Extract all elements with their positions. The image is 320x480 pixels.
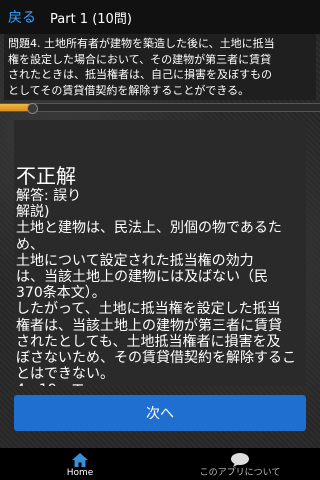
chat-bubble-icon xyxy=(231,453,249,467)
next-button[interactable]: 次へ xyxy=(14,395,306,431)
question-text: 問題4. 土地所有者が建物を築造した後に、土地に抵当 権を設定した場合において、… xyxy=(4,34,316,100)
tab-about[interactable]: このアプリについて xyxy=(160,448,320,480)
back-button[interactable]: 戻る xyxy=(8,7,36,27)
tab-home[interactable]: Home xyxy=(0,448,160,480)
progress-bar xyxy=(0,103,320,114)
explanation-text: 解答: 誤り 解説) 土地と建物は、民法上、別個の物であるため、 土地について設… xyxy=(16,188,296,386)
tab-bar: Home このアプリについて xyxy=(0,448,320,480)
answer-panel: 不正解 解答: 誤り 解説) 土地と建物は、民法上、別個の物であるため、 土地に… xyxy=(14,120,306,386)
result-label: 不正解 xyxy=(16,164,76,188)
tab-about-label: このアプリについて xyxy=(199,468,281,478)
progress-knob xyxy=(27,103,38,114)
home-icon xyxy=(72,453,88,467)
page-title: Part 1 (10問) xyxy=(50,11,132,27)
top-bar: 戻る Part 1 (10問) xyxy=(0,0,320,34)
tab-home-label: Home xyxy=(66,468,94,478)
